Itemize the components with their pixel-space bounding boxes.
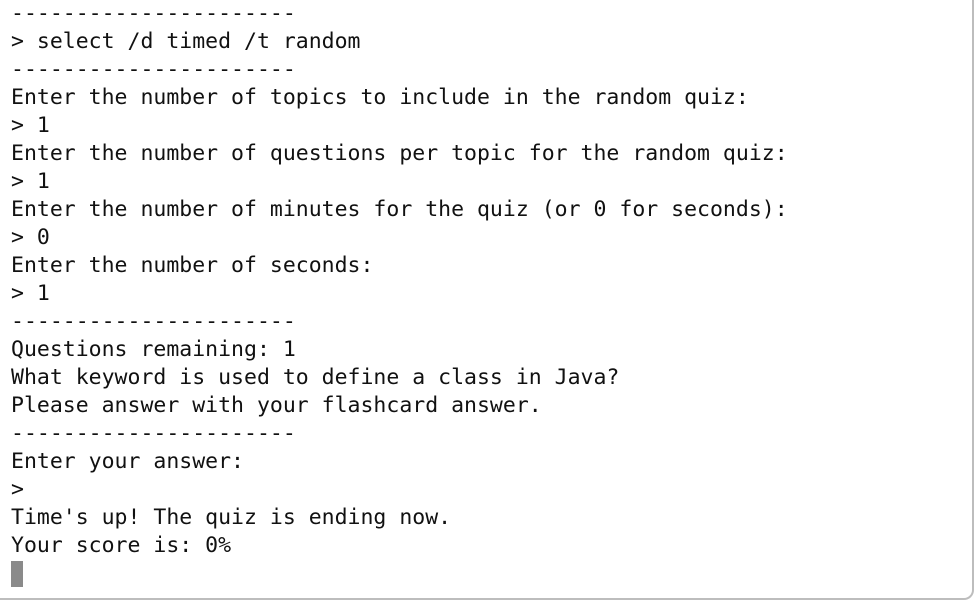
terminal-window[interactable]: ---------------------- > select /d timed… [0,0,974,600]
score-line: Your score is: 0% [11,533,232,558]
separator-line: ---------------------- [11,57,296,82]
separator-line: ---------------------- [11,421,296,446]
cursor-line[interactable] [11,560,788,588]
input-questions: > 1 [11,169,50,194]
input-topics: > 1 [11,113,50,138]
terminal-cursor [11,561,23,587]
prompt-answer: Enter your answer: [11,449,244,474]
answer-instruction: Please answer with your flashcard answer… [11,393,542,418]
answer-input-line: > [11,477,24,502]
prompt-topics: Enter the number of topics to include in… [11,85,749,110]
prompt-minutes: Enter the number of minutes for the quiz… [11,197,788,222]
separator-line: ---------------------- [11,309,296,334]
input-minutes: > 0 [11,225,50,250]
separator-line: ---------------------- [11,1,296,26]
terminal-output: ---------------------- > select /d timed… [11,0,788,588]
input-seconds: > 1 [11,281,50,306]
questions-remaining: Questions remaining: 1 [11,337,296,362]
prompt-questions: Enter the number of questions per topic … [11,141,788,166]
question-text: What keyword is used to define a class i… [11,365,620,390]
command-line: > select /d timed /t random [11,29,361,54]
timeout-message: Time's up! The quiz is ending now. [11,505,452,530]
prompt-seconds: Enter the number of seconds: [11,253,374,278]
